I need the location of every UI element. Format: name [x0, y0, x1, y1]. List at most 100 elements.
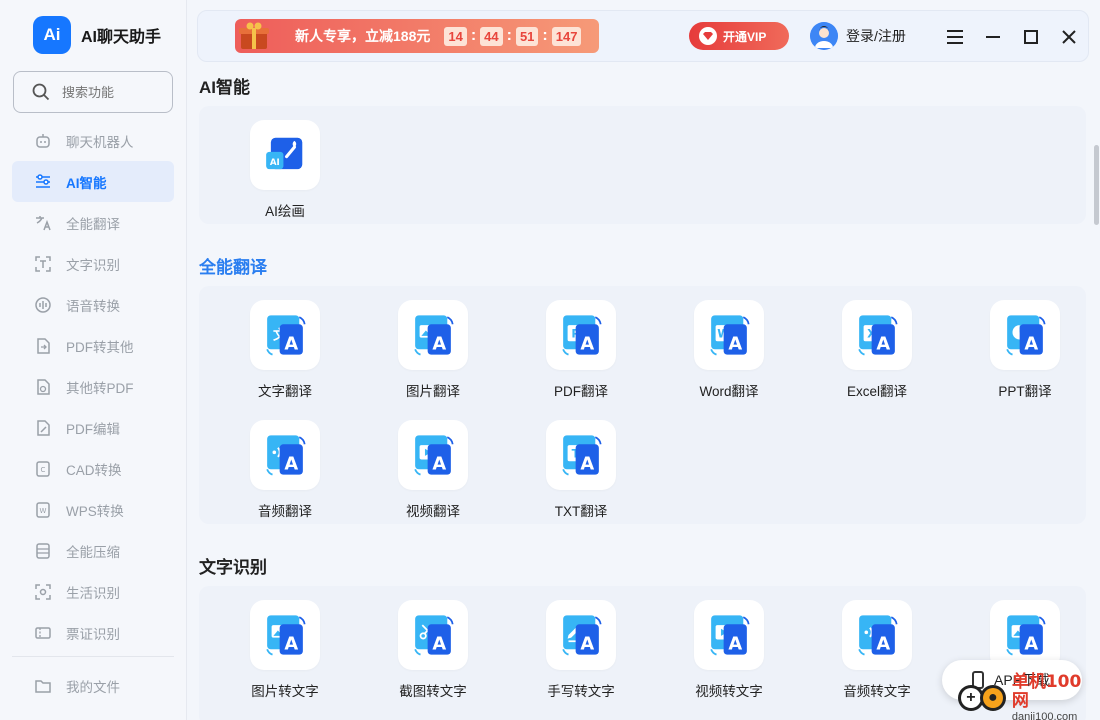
sidebar-item-label: WPS转换 [66, 503, 124, 519]
svg-text:A: A [876, 333, 890, 354]
voice-icon [34, 296, 52, 314]
ocr-tile[interactable]: A 图片转文字 [215, 600, 355, 710]
ocr-tile[interactable]: A 截图转文字 [363, 600, 503, 710]
sidebar-item-0[interactable]: 聊天机器人 [12, 120, 174, 161]
menu-button[interactable] [936, 24, 974, 50]
countdown-timer: 14: 44: 51: 147 [444, 26, 582, 46]
sidebar-item-2[interactable]: 全能翻译 [12, 202, 174, 243]
tile-label: 视频转文字 [695, 684, 763, 699]
app-name: AI聊天助手 [81, 29, 162, 46]
search-box[interactable] [13, 71, 173, 113]
translate-tile-icon: TA [546, 420, 616, 490]
sidebar-item-1[interactable]: AI智能 [12, 161, 174, 202]
translate-tile-icon: PA [546, 300, 616, 370]
robot-icon [34, 132, 52, 150]
translate-tile-icon: 文A [250, 300, 320, 370]
translate-tile[interactable]: A 图片翻译 [363, 300, 503, 410]
tile-label: TXT翻译 [554, 504, 608, 519]
sidebar-item-3[interactable]: 文字识别 [12, 243, 174, 284]
sidebar: Ai AI聊天助手 聊天机器人 AI智能全能翻译文字识别语音转换 PDF转其他其他转… [0, 0, 187, 720]
ocr-tile-icon: A [398, 600, 468, 670]
sidebar-item-label: 全能压缩 [66, 544, 120, 560]
translate-tile[interactable]: 文 A 文字翻译 [215, 300, 355, 410]
tile-label: 音频翻译 [258, 504, 312, 519]
pdf-convert-icon [34, 337, 52, 355]
vip-label: 开通VIP [723, 29, 767, 44]
sidebar-item-12[interactable]: 票证识别 [12, 612, 174, 653]
watermark-en: danji100.com [1011, 710, 1078, 720]
svg-text:C: C [41, 466, 46, 474]
sidebar-item-label: PDF转其他 [66, 339, 134, 355]
countdown-hours: 14 [444, 26, 467, 46]
tile-label: 视频翻译 [406, 504, 460, 519]
sidebar-item-label: 文字识别 [66, 257, 120, 273]
tile-label: 音频转文字 [843, 684, 911, 699]
translate-tile-icon: A [250, 420, 320, 490]
ocr-tile-icon: A [842, 600, 912, 670]
menu-icon [947, 30, 963, 44]
sidebar-item-label: 聊天机器人 [66, 134, 134, 150]
translate-tile[interactable]: A PPT翻译 [955, 300, 1095, 410]
svg-text:A: A [284, 633, 298, 654]
svg-text:A: A [1024, 633, 1038, 654]
translate-icon [34, 214, 52, 232]
translate-tile[interactable]: XA Excel翻译 [807, 300, 947, 410]
main-content: AI智能 AI AI绘画 全能翻译 文A 文字翻译 A 图片翻译 PA PDF翻译 WA Wor… [187, 70, 1100, 720]
section-title-ocr: 文字识别 [199, 558, 267, 577]
translate-tile[interactable]: A 视频翻译 [363, 420, 503, 530]
app-logo: Ai [33, 16, 71, 54]
promo-banner[interactable]: 新人专享，立减188元 14: 44: 51: 147 [235, 19, 599, 53]
vip-button[interactable]: 开通VIP [689, 22, 789, 50]
life-scan-icon [34, 583, 52, 601]
sidebar-item-9[interactable]: W WPS转换 [12, 489, 174, 530]
svg-text:A: A [876, 633, 890, 654]
svg-text:A: A [284, 453, 298, 474]
tile-label: 文字翻译 [258, 384, 312, 399]
ocr-tile[interactable]: A 手写转文字 [511, 600, 651, 710]
avatar-icon [810, 22, 838, 50]
sidebar-item-8[interactable]: C CAD转换 [12, 448, 174, 489]
panel-ai: AI AI绘画 [199, 106, 1086, 224]
tile-label: PDF翻译 [554, 384, 608, 399]
close-button[interactable] [1050, 24, 1088, 50]
sidebar-item-6[interactable]: 其他转PDF [12, 366, 174, 407]
translate-tile[interactable]: A 音频翻译 [215, 420, 355, 530]
orange-dot-icon: ● [979, 685, 1006, 711]
scan-text-icon [34, 255, 52, 273]
sidebar-item-label: AI智能 [66, 175, 107, 191]
cad-icon: C [34, 460, 52, 478]
minimize-button[interactable] [974, 24, 1012, 50]
sidebar-item-4[interactable]: 语音转换 [12, 284, 174, 325]
folder-icon [34, 677, 52, 695]
sidebar-item-5[interactable]: PDF转其他 [12, 325, 174, 366]
login-button[interactable]: 登录/注册 [810, 22, 906, 50]
tile-label: 截图转文字 [399, 684, 467, 699]
ticket-icon [34, 624, 52, 642]
translate-tile[interactable]: WA Word翻译 [659, 300, 799, 410]
search-input[interactable] [62, 84, 162, 100]
diamond-icon [699, 27, 717, 45]
sidebar-item-label: 语音转换 [66, 298, 120, 314]
ai-tile[interactable]: AI AI绘画 [215, 120, 355, 230]
translate-tile[interactable]: TA TXT翻译 [511, 420, 651, 530]
translate-tile[interactable]: PA PDF翻译 [511, 300, 651, 410]
tile-label: 手写转文字 [547, 684, 615, 699]
translate-tile-icon: A [398, 420, 468, 490]
ocr-tile-icon: A [250, 600, 320, 670]
svg-text:A: A [580, 633, 594, 654]
ocr-tile[interactable]: A 视频转文字 [659, 600, 799, 710]
promo-text: 新人专享，立减188元 [295, 28, 431, 44]
search-icon [32, 83, 50, 101]
tile-label: 图片翻译 [406, 384, 460, 399]
svg-text:A: A [728, 633, 742, 654]
sidebar-item-label: 我的文件 [66, 679, 120, 695]
scrollbar[interactable] [1094, 145, 1099, 225]
countdown-ms: 147 [551, 26, 582, 46]
sidebar-item-11[interactable]: 生活识别 [12, 571, 174, 612]
svg-text:W: W [40, 507, 47, 515]
maximize-button[interactable] [1012, 24, 1050, 50]
sidebar-item-10[interactable]: 全能压缩 [12, 530, 174, 571]
ocr-tile[interactable]: A 音频转文字 [807, 600, 947, 710]
sidebar-item-7[interactable]: PDF编辑 [12, 407, 174, 448]
sidebar-item-my-files[interactable]: 我的文件 [12, 665, 174, 706]
